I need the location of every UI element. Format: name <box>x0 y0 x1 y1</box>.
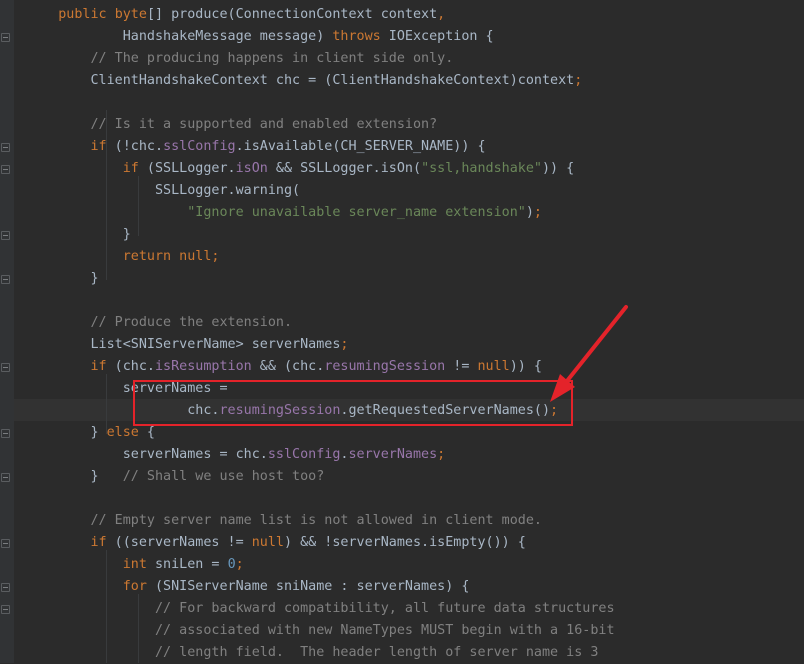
red-arrow-annotation-icon <box>550 305 628 402</box>
code-editor[interactable]: public byte[] produce(ConnectionContext … <box>0 0 804 663</box>
